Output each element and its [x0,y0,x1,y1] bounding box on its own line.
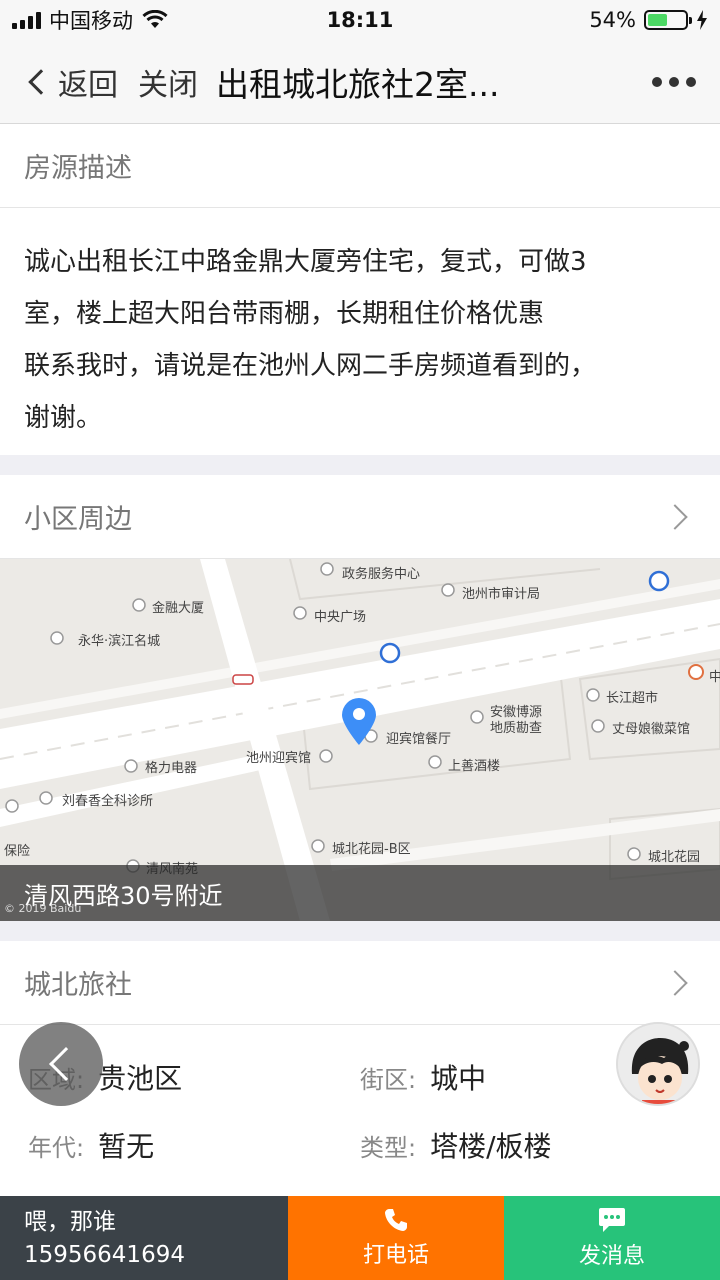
map-poi-label: 丈母娘徽菜馆 [612,722,691,737]
map-poi-label: 中央广场 [314,610,367,625]
info-field-year: 年代: 暂无 [28,1125,154,1165]
community-row[interactable]: 城北旅社 [0,941,720,1025]
back-button[interactable]: 返回 [24,60,118,104]
nav-bar: 返回 关闭 出租城北旅社2室... [0,40,720,124]
battery-percent: 54% [589,8,636,32]
info-field-type: 类型: 塔楼/板楼 [360,1125,552,1165]
description-line: 室，楼上超大阳台带雨棚，长期租住价格优惠 [24,299,545,329]
call-button-label: 打电话 [362,1243,429,1268]
map-poi-label: 池州市审计局 [462,587,541,602]
info-key: 街区: [360,1065,417,1094]
description-body: 诚心出租长江中路金鼎大厦旁住宅，复式，可做3 室，楼上超大阳台带雨棚，长期租住价… [0,208,720,455]
map-poi-label: 金融大厦 [152,601,205,616]
message-button[interactable]: 发消息 [504,1196,720,1280]
location-pin-icon [342,698,376,745]
chat-bubble-icon [599,1208,625,1232]
avatar[interactable] [616,1022,700,1106]
carrier-label: 中国移动 [49,9,133,33]
bottom-action-bar: 喂，那谁 15956641694 打电话 发消息 [0,1196,720,1280]
map-poi-label: 长江超市 [606,691,659,706]
info-value: 城中 [430,1062,487,1095]
floating-back-button[interactable] [19,1022,103,1106]
info-key: 类型: [360,1133,417,1162]
call-button[interactable]: 打电话 [288,1196,504,1280]
info-value: 暂无 [98,1130,155,1163]
chevron-left-icon [49,1047,83,1081]
info-key: 年代: [28,1133,85,1162]
description-line: 谢谢。 [24,403,103,433]
map-poi-label: 政务服务中心 [342,567,421,582]
chevron-right-icon [662,503,688,530]
map-poi-label: 城北花园 [648,850,701,865]
back-label: 返回 [58,67,118,103]
map-poi-label: 迎宾馆餐厅 [386,732,452,747]
contact-name: 喂，那谁 [24,1209,116,1235]
wifi-icon [142,10,168,28]
description-line: 诚心出租长江中路金鼎大厦旁住宅，复式，可做3 [24,247,587,277]
more-dots-icon [652,76,662,87]
map-poi-label: 安徽博源地质勘查 [490,705,543,736]
map-address-caption: 清风西路30号附近 [0,865,720,921]
map-poi-label: 格力电器 [145,761,198,776]
surroundings-row[interactable]: 小区周边 [0,475,720,559]
map-poi-label: 城北花园-B区 [332,842,411,857]
message-button-label: 发消息 [578,1244,645,1269]
contact-info: 喂，那谁 15956641694 [0,1196,288,1280]
map-poi-label: 上善酒楼 [448,759,501,774]
avatar-face-icon [618,1024,698,1104]
map-poi-label: 刘春香全科诊所 [62,794,154,809]
description-header-label: 房源描述 [24,153,132,184]
chevron-left-icon [28,68,54,95]
info-value: 贵池区 [98,1062,183,1095]
page-title: 出租城北旅社2室... [216,64,500,104]
chevron-right-icon [662,969,688,996]
map-poi-label: 池州迎宾馆 [246,751,312,766]
description-header: 房源描述 [0,124,720,208]
map-poi-label: 中 [709,670,720,685]
map-copyright: © 2019 Baidu [4,902,82,915]
surroundings-header-label: 小区周边 [24,504,132,535]
info-field-block: 街区: 城中 [360,1057,486,1097]
community-info: 区域: 贵池区 街区: 城中 年代: 暂无 类型: 塔楼/板楼 [0,1025,720,1196]
map-poi-label: 保险 [4,844,31,859]
description-line: 联系我时，请说是在池州人网二手房频道看到的， [24,351,597,381]
battery-icon [644,10,692,30]
contact-phone: 15956641694 [24,1242,185,1268]
map-view[interactable]: 政务服务中心 池州市审计局 金融大厦 中央广场 永华·滨江名城 中 长江超市 安… [0,559,720,921]
status-bar: 中国移动 18:11 54% [0,0,720,40]
signal-bars-icon [12,11,41,29]
info-value: 塔楼/板楼 [430,1130,552,1163]
bolt-icon [697,10,707,30]
more-menu-button[interactable] [652,76,696,87]
map-poi-label: 永华·滨江名城 [78,634,161,649]
community-header-label: 城北旅社 [24,970,132,1001]
phone-icon [385,1209,407,1231]
close-button[interactable]: 关闭 [138,60,198,104]
